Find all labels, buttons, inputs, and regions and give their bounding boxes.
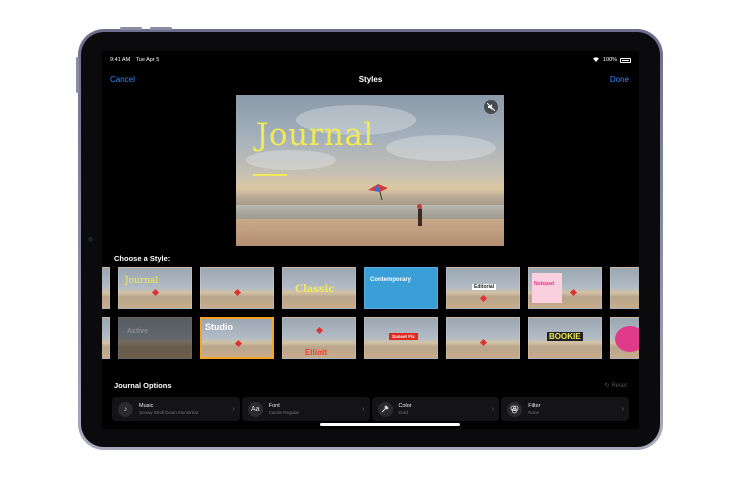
style-tile-active[interactable]: Active xyxy=(118,317,192,359)
page-title: Styles xyxy=(358,74,383,84)
cancel-button[interactable]: Cancel xyxy=(110,75,135,84)
eyedropper-icon xyxy=(377,401,393,417)
style-tile-studio[interactable]: Studio xyxy=(200,317,274,359)
navigation-bar: Cancel Styles Done xyxy=(102,71,639,87)
style-tile-bookie[interactable]: BOOKIE xyxy=(528,317,602,359)
kite-icon xyxy=(234,339,243,348)
style-tile[interactable] xyxy=(200,267,274,309)
style-tile-notepad[interactable]: Notepad xyxy=(528,267,602,309)
option-label: Filter xyxy=(528,403,541,409)
screen: 9:41 AM Tue Apr 5 100% Cancel Styles Don… xyxy=(102,51,639,429)
status-time: 9:41 AM xyxy=(110,57,131,63)
cloud xyxy=(386,135,496,161)
style-tile-label: Classic xyxy=(295,284,335,295)
style-tile-label: Active xyxy=(127,328,149,335)
person xyxy=(417,204,422,226)
kite-icon xyxy=(151,288,160,297)
front-camera xyxy=(88,237,93,242)
style-tile-label: Contemporary xyxy=(370,277,412,283)
style-tile[interactable] xyxy=(102,317,110,359)
style-tile-label: Journal xyxy=(125,276,159,286)
style-tile-label: BOOKIE xyxy=(547,332,583,341)
status-date: Tue Apr 5 xyxy=(135,57,160,63)
option-music[interactable]: ♪ Music Snowy Stroll Down Monstreat › xyxy=(112,397,240,421)
preview-title: Journal xyxy=(256,117,374,153)
style-tile-classic[interactable]: Classic xyxy=(282,267,356,309)
journal-options-label: Journal Options xyxy=(114,381,172,390)
done-button[interactable]: Done xyxy=(610,75,629,84)
beach xyxy=(236,219,504,246)
style-tile-elliott[interactable]: Elliott xyxy=(282,317,356,359)
option-color[interactable]: Color Gold › xyxy=(371,397,500,421)
option-value: Snowy Stroll Down Monstreat xyxy=(139,410,199,415)
mute-icon[interactable] xyxy=(484,100,498,114)
style-tile[interactable] xyxy=(610,317,639,359)
status-bar: 9:41 AM Tue Apr 5 100% xyxy=(110,55,631,65)
kite-icon xyxy=(366,182,390,207)
battery-icon xyxy=(620,57,631,63)
style-tile-label: Sunset Fix xyxy=(389,333,418,340)
side-button xyxy=(76,57,79,93)
style-tile-label: Notepad xyxy=(532,273,562,303)
filter-icon xyxy=(507,401,523,417)
cloud xyxy=(246,150,336,170)
sea xyxy=(236,205,504,219)
reset-button[interactable]: ↻ Reset xyxy=(605,382,627,389)
chevron-right-icon: › xyxy=(232,405,235,413)
style-tile-label: Studio xyxy=(205,322,233,332)
ipad-device: 9:41 AM Tue Apr 5 100% Cancel Styles Don… xyxy=(76,27,663,450)
style-grid: Journal Classic Contemporary Editorial N… xyxy=(102,267,639,377)
option-label: Color xyxy=(398,403,412,409)
option-label: Font xyxy=(268,403,280,409)
chevron-right-icon: › xyxy=(621,405,624,413)
kite-icon xyxy=(233,288,242,297)
option-filter[interactable]: Filter None › xyxy=(501,397,629,421)
font-icon: Aa xyxy=(247,401,263,417)
option-value: None xyxy=(528,410,540,415)
option-label: Music xyxy=(139,403,154,409)
battery-percent: 100% xyxy=(602,57,617,63)
style-tile-editorial[interactable]: Editorial xyxy=(446,267,520,309)
style-tile-label: Editorial xyxy=(472,284,497,290)
device-bezel: 9:41 AM Tue Apr 5 100% Cancel Styles Don… xyxy=(81,32,660,447)
video-preview[interactable]: Journal xyxy=(236,95,504,246)
style-tile-label: Elliott xyxy=(305,348,328,357)
style-tile[interactable] xyxy=(446,317,520,359)
style-tile-sunset[interactable]: Sunset Fix xyxy=(364,317,438,359)
chevron-right-icon: › xyxy=(491,405,495,413)
kite-icon xyxy=(479,338,488,347)
top-button xyxy=(150,27,172,30)
option-font[interactable]: Aa Font Carole Regular › xyxy=(241,397,370,421)
top-button xyxy=(120,27,142,30)
option-value: Carole Regular xyxy=(268,410,300,415)
kite-icon xyxy=(569,288,578,297)
style-tile[interactable] xyxy=(102,267,110,309)
style-tile[interactable] xyxy=(610,267,639,309)
home-indicator[interactable] xyxy=(320,423,460,426)
options-row: ♪ Music Snowy Stroll Down Monstreat › Aa … xyxy=(112,397,629,421)
style-tile-contemporary[interactable]: Contemporary xyxy=(364,267,438,309)
music-note-icon: ♪ xyxy=(118,401,133,417)
title-underline xyxy=(253,174,287,176)
option-value: Gold xyxy=(398,410,409,415)
kite-icon xyxy=(479,294,488,303)
style-tile-journal[interactable]: Journal xyxy=(118,267,192,309)
chevron-right-icon: › xyxy=(362,405,365,413)
wifi-icon xyxy=(592,56,600,64)
style-tile-label xyxy=(615,326,639,352)
kite-icon xyxy=(315,326,324,335)
choose-style-label: Choose a Style: xyxy=(114,254,171,263)
